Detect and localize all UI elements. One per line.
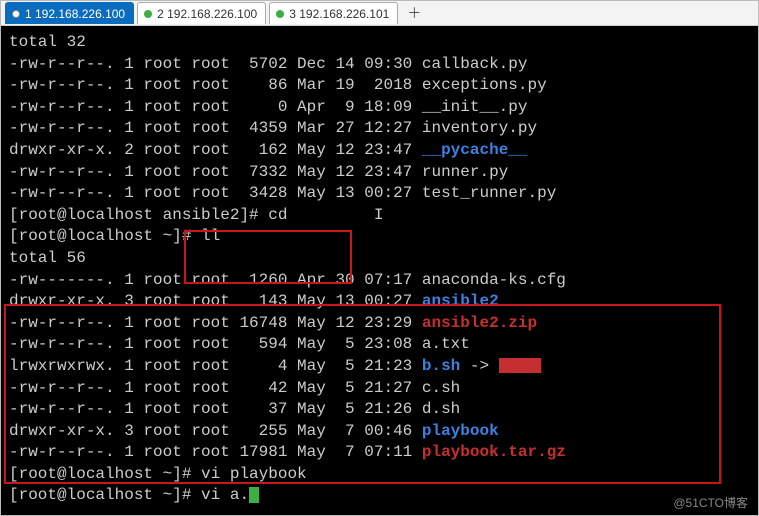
listing-row: -rw-r--r--. 1 root root 42 May 5 21:27 c… [9,378,750,400]
listing-row: -rw-r--r--. 1 root root 5702 Dec 14 09:3… [9,54,750,76]
tab-label: 3 192.168.226.101 [289,7,389,21]
prompt-line: [root@localhost ~]# ll [9,226,750,248]
listing-row: -rw-r--r--. 1 root root 594 May 5 23:08 … [9,334,750,356]
status-dot-icon [276,10,284,18]
listing-row: -rw-r--r--. 1 root root 7332 May 12 23:4… [9,162,750,184]
listing-row: -rw-r--r--. 1 root root 0 Apr 9 18:09 __… [9,97,750,119]
tab-2[interactable]: 3 192.168.226.101 [269,2,398,24]
status-dot-icon [12,10,20,18]
listing-row: -rw-r--r--. 1 root root 16748 May 12 23:… [9,313,750,335]
tab-1[interactable]: 2 192.168.226.100 [137,2,266,24]
cursor [249,487,259,503]
listing-row: drwxr-xr-x. 2 root root 162 May 12 23:47… [9,140,750,162]
total-line: total 32 [9,32,750,54]
listing-row: -rw-r--r--. 1 root root 3428 May 13 00:2… [9,183,750,205]
tab-label: 1 192.168.226.100 [25,7,125,21]
new-tab-button[interactable]: ＋ [407,3,421,23]
listing-row: drwxr-xr-x. 3 root root 143 May 13 00:27… [9,291,750,313]
terminal-pane[interactable]: total 32-rw-r--r--. 1 root root 5702 Dec… [1,26,758,515]
prompt-line: [root@localhost ~]# vi a. [9,485,750,507]
terminal-window: 1 192.168.226.100 2 192.168.226.100 3 192.… [0,0,759,516]
total-line: total 56 [9,248,750,270]
listing-row: drwxr-xr-x. 3 root root 255 May 7 00:46 … [9,421,750,443]
prompt-line: [root@localhost ansible2]# cd I [9,205,750,227]
prompt-line: [root@localhost ~]# vi playbook [9,464,750,486]
listing-row: lrwxrwxrwx. 1 root root 4 May 5 21:23 b.… [9,356,750,378]
listing-row: -rw-r--r--. 1 root root 17981 May 7 07:1… [9,442,750,464]
tab-bar: 1 192.168.226.100 2 192.168.226.100 3 192.… [1,1,758,26]
listing-row: -rw-------. 1 root root 1260 Apr 30 07:1… [9,270,750,292]
listing-row: -rw-r--r--. 1 root root 86 Mar 19 2018 e… [9,75,750,97]
listing-row: -rw-r--r--. 1 root root 37 May 5 21:26 d… [9,399,750,421]
status-dot-icon [144,10,152,18]
tab-0[interactable]: 1 192.168.226.100 [5,2,134,24]
listing-row: -rw-r--r--. 1 root root 4359 Mar 27 12:2… [9,118,750,140]
tab-label: 2 192.168.226.100 [157,7,257,21]
watermark: @51CTO博客 [673,494,748,511]
